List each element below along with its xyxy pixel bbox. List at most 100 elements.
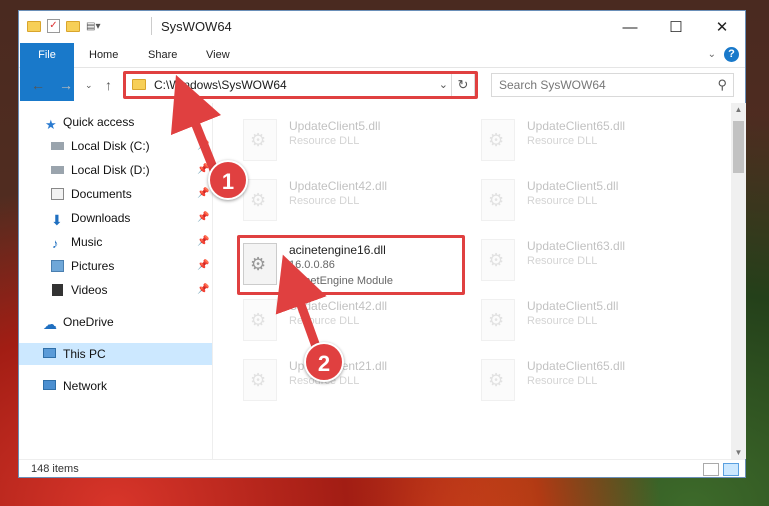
pin-icon[interactable]: 📌: [197, 279, 209, 301]
minimize-button[interactable]: —: [607, 11, 653, 43]
downloads-icon: ⬇: [51, 212, 63, 228]
documents-icon: [51, 188, 64, 200]
file-name: UpdateClient65.dll: [527, 119, 626, 133]
tab-share[interactable]: Share: [148, 43, 177, 67]
sidebar-item-label: This PC: [63, 347, 106, 361]
music-icon: ♪: [52, 236, 59, 251]
sidebar-item-label: Pictures: [71, 259, 115, 273]
file-name: UpdateClient65.dll: [527, 359, 626, 373]
file-name: UpdateClient42.dll: [289, 179, 388, 193]
address-row: ← → ⌄ ↑ C:\Windows\SysWOW64 ⌄ ↻ Search S…: [19, 68, 745, 102]
list-item[interactable]: UpdateClient5.dll Resource DLL: [237, 111, 462, 169]
sidebar-item-label: Network: [63, 379, 108, 393]
recent-locations-icon[interactable]: ⌄: [85, 80, 93, 91]
window-controls: — ☐ ✕: [607, 11, 745, 43]
search-icon[interactable]: ⚲: [717, 77, 727, 93]
customize-toolbar-icon[interactable]: ▤▾: [86, 21, 100, 32]
scroll-up-icon[interactable]: ▲: [731, 105, 746, 114]
list-item[interactable]: UpdateClient5.dll Resource DLL: [475, 171, 700, 229]
vertical-scrollbar[interactable]: ▲ ▼: [731, 103, 746, 459]
file-description: Resource DLL: [289, 315, 360, 327]
back-arrow-icon[interactable]: ←: [31, 77, 45, 93]
list-item[interactable]: UpdateClient42.dll Resource DLL: [237, 291, 462, 349]
list-item[interactable]: UpdateClient21.dll Resource DLL: [237, 351, 462, 409]
list-item[interactable]: UpdateClient5.dll Resource DLL: [475, 291, 700, 349]
help-icon[interactable]: ?: [724, 47, 739, 62]
list-item[interactable]: UpdateClient65.dll Resource DLL: [475, 351, 700, 409]
scrollbar-thumb[interactable]: [733, 121, 744, 173]
file-name: UpdateClient5.dll: [527, 299, 619, 313]
ribbon-right-controls: ⌄ ?: [708, 47, 739, 62]
search-placeholder: Search SysWOW64: [499, 78, 606, 92]
step-1-badge: 1: [208, 160, 248, 200]
pin-icon[interactable]: 📌: [197, 207, 209, 229]
tiles-view-icon[interactable]: [723, 463, 739, 476]
search-input[interactable]: Search SysWOW64 ⚲: [491, 73, 734, 97]
pin-icon[interactable]: 📌: [197, 231, 209, 253]
sidebar-item-label: Videos: [71, 283, 108, 297]
videos-icon: [52, 284, 63, 296]
file-description: Resource DLL: [527, 315, 598, 327]
list-item[interactable]: UpdateClient42.dll Resource DLL: [237, 171, 462, 229]
dll-file-icon: [481, 119, 515, 161]
tab-home[interactable]: Home: [89, 43, 118, 67]
file-description: Resource DLL: [527, 135, 598, 147]
details-view-icon[interactable]: [703, 463, 719, 476]
sidebar-item-local-disk-d[interactable]: Local Disk (D:) 📌: [19, 159, 212, 181]
file-name: UpdateClient42.dll: [289, 299, 388, 313]
pictures-icon: [51, 260, 64, 272]
dll-file-icon: [481, 299, 515, 341]
sidebar-item-onedrive[interactable]: ☁ OneDrive: [19, 311, 212, 333]
ribbon-tabs: File Home Share View ⌄ ?: [19, 43, 745, 101]
dll-file-icon: [481, 359, 515, 401]
file-description: Resource DLL: [289, 135, 360, 147]
file-name: UpdateClient5.dll: [527, 179, 619, 193]
sidebar-item-pictures[interactable]: Pictures 📌: [19, 255, 212, 277]
annotation-highlight-address: [123, 71, 478, 99]
sidebar-item-this-pc[interactable]: This PC: [19, 343, 212, 365]
sidebar-item-label: Quick access: [63, 115, 135, 129]
drive-icon: [51, 166, 64, 174]
folder-icon[interactable]: [27, 20, 41, 32]
list-item[interactable]: UpdateClient63.dll Resource DLL: [475, 231, 700, 289]
sidebar-item-local-disk-c[interactable]: Local Disk (C:) 📌: [19, 135, 212, 157]
file-name: UpdateClient5.dll: [289, 119, 381, 133]
tab-view[interactable]: View: [206, 43, 230, 67]
sidebar-item-music[interactable]: ♪ Music 📌: [19, 231, 212, 253]
sidebar-item-videos[interactable]: Videos 📌: [19, 279, 212, 301]
file-description: Resource DLL: [527, 255, 598, 267]
expand-ribbon-icon[interactable]: ⌄: [708, 49, 716, 60]
cloud-icon: ☁: [43, 316, 57, 332]
view-switcher: [703, 463, 739, 476]
sidebar-item-documents[interactable]: Documents 📌: [19, 183, 212, 205]
sidebar-item-label: Local Disk (C:): [71, 139, 150, 153]
file-name: UpdateClient63.dll: [527, 239, 626, 253]
navigation-pane: ★ Quick access Local Disk (C:) 📌 Local D…: [19, 103, 213, 459]
sidebar-item-quick-access[interactable]: ★ Quick access: [19, 111, 212, 133]
pin-icon[interactable]: 📌: [197, 183, 209, 205]
up-arrow-icon[interactable]: ↑: [105, 77, 112, 93]
maximize-button[interactable]: ☐: [653, 11, 699, 43]
scroll-down-icon[interactable]: ▼: [731, 448, 746, 457]
drive-icon: [51, 142, 64, 150]
file-description: Resource DLL: [527, 195, 598, 207]
properties-icon[interactable]: ✓: [47, 19, 60, 33]
dll-file-icon: [481, 179, 515, 221]
annotation-highlight-file: [237, 235, 465, 295]
status-bar: 148 items: [19, 459, 745, 480]
sidebar-item-label: Music: [71, 235, 103, 249]
sidebar-item-network[interactable]: Network: [19, 375, 212, 397]
sidebar-item-label: Documents: [71, 187, 132, 201]
title-separator: [151, 17, 152, 35]
sidebar-item-downloads[interactable]: ⬇ Downloads 📌: [19, 207, 212, 229]
pin-icon[interactable]: 📌: [197, 255, 209, 277]
computer-icon: [43, 348, 56, 358]
dll-file-icon: [481, 239, 515, 281]
forward-arrow-icon[interactable]: →: [59, 77, 73, 93]
list-item[interactable]: UpdateClient65.dll Resource DLL: [475, 111, 700, 169]
pin-icon[interactable]: 📌: [197, 135, 209, 157]
close-button[interactable]: ✕: [699, 11, 745, 43]
new-folder-icon[interactable]: [66, 20, 80, 32]
quick-access-toolbar: ✓ ▤▾: [27, 19, 100, 33]
dll-file-icon: [243, 179, 277, 221]
